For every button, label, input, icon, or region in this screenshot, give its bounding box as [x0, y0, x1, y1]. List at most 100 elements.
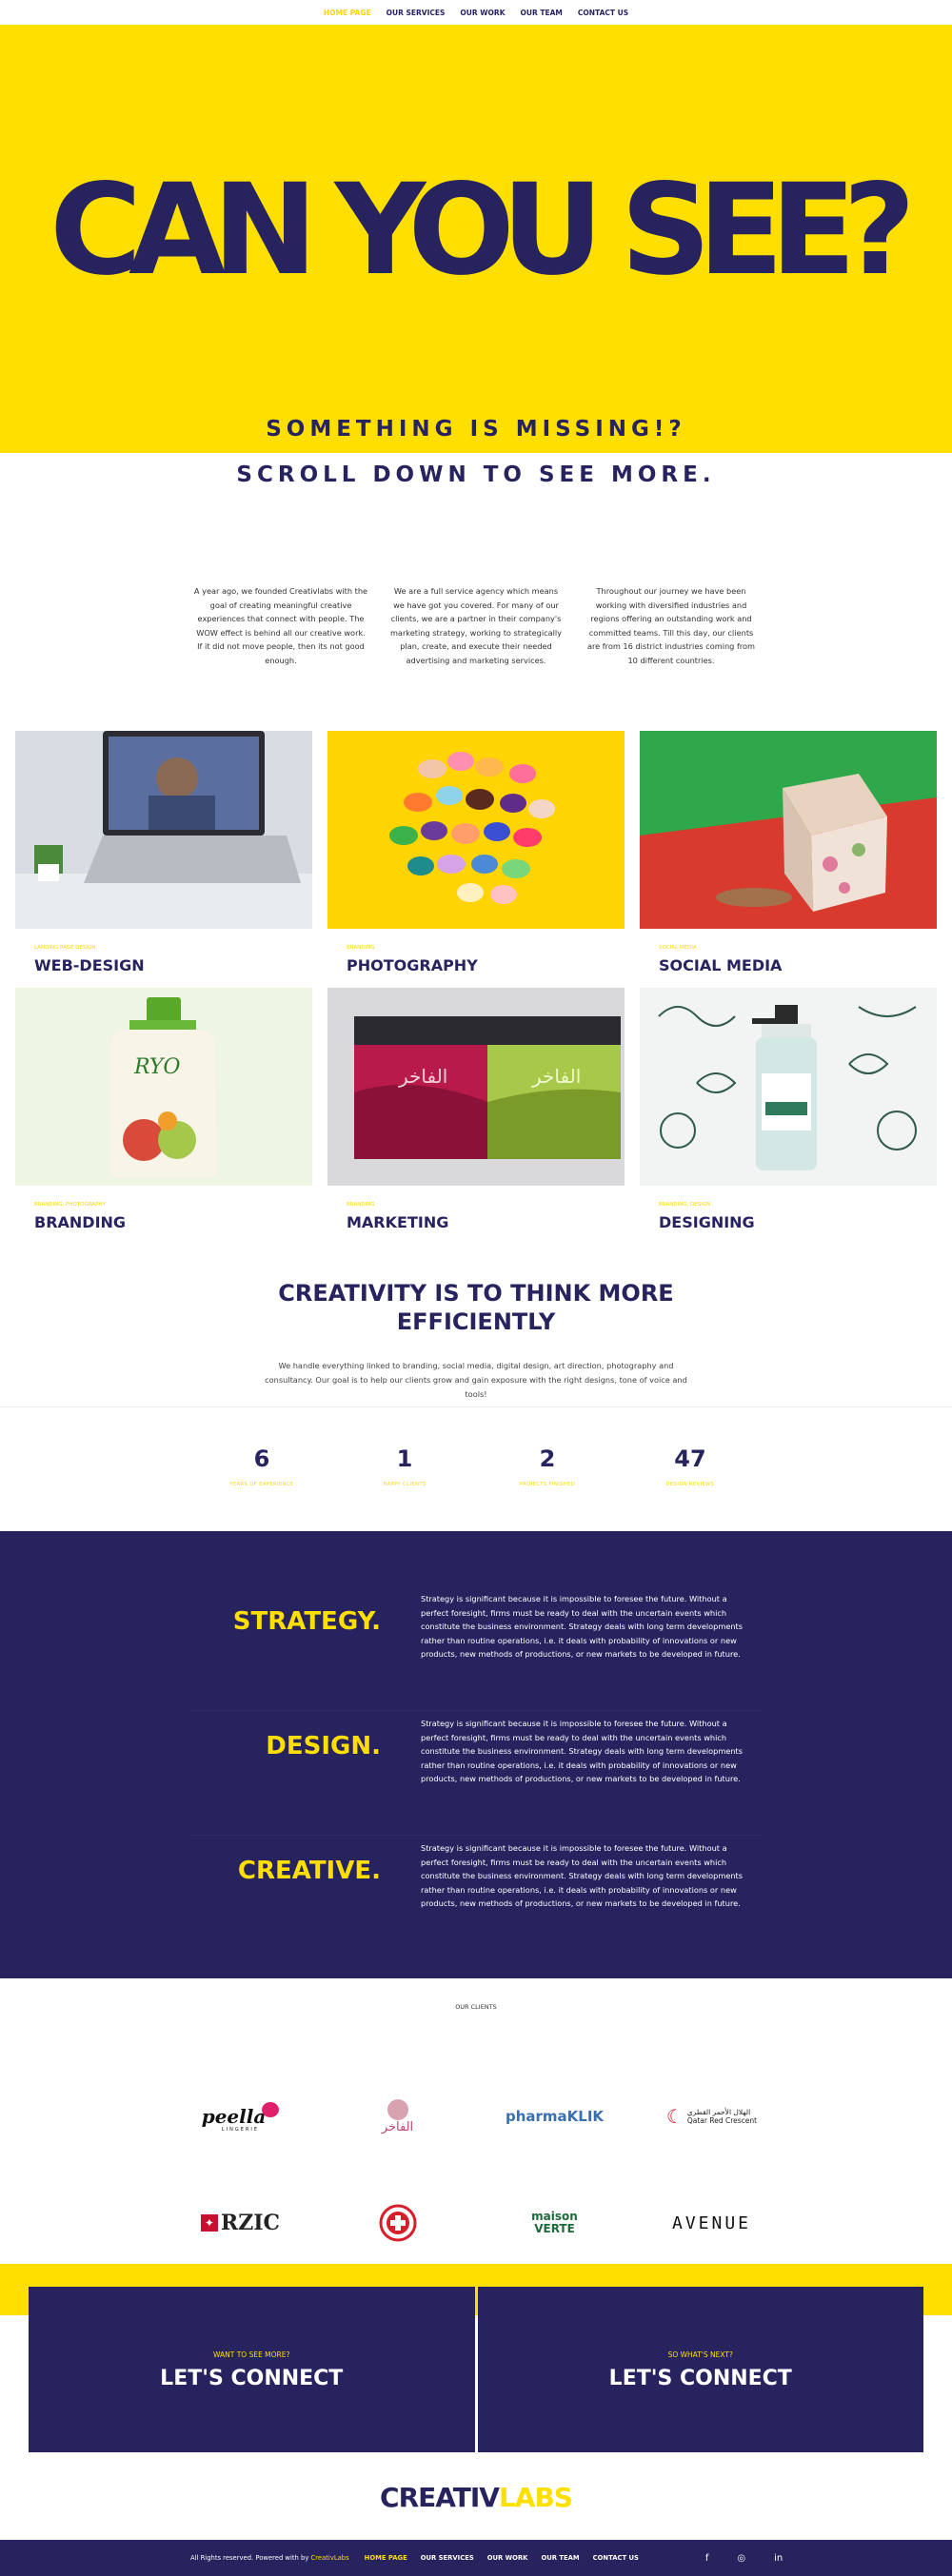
hero: CAN YOU SEE? SOMETHING IS MISSING!? [0, 25, 952, 453]
service-card-designing[interactable]: BRANDING, DESIGN DESIGNING [640, 988, 937, 1245]
strategy-heading: STRATEGY. [232, 1607, 381, 1636]
card-category: BRANDING, DESIGN [659, 1202, 711, 1208]
candy-photo [327, 731, 625, 929]
creative-text: Strategy is significant because it is im… [421, 1843, 744, 1908]
connect-label: LET'S CONNECT [608, 2367, 792, 2390]
intro-paragraph: Throughout our journey we have been work… [586, 586, 756, 665]
nav-home[interactable]: HOME PAGE [324, 9, 371, 17]
stats: 6 YEARS OF EXPERIENCE 1 HAPPY CLIENTS 2 … [0, 1407, 952, 1531]
stat-projects: 2 PROJECTS FINISHED [476, 1445, 619, 1531]
hero-title: CAN YOU SEE? [50, 157, 916, 304]
creativity-title: CREATIVITY IS TO THINK MORE EFFICIENTLY [0, 1279, 952, 1336]
footer-link-contact[interactable]: CONTACT US [593, 2554, 639, 2562]
qrc-logo-text: Qatar Red Crescent [686, 2116, 758, 2125]
crescent-icon: ☾ [665, 2105, 684, 2128]
card-category: BRANDING, PHOTOGRAPHY [34, 1202, 106, 1208]
facebook-icon[interactable]: f [705, 2553, 709, 2564]
connect-box-left[interactable]: WANT TO SEE MORE? LET'S CONNECT [29, 2287, 475, 2452]
maple-leaf-icon: ✦ [200, 2214, 218, 2232]
stat-label: DESIGN REVIEWS [665, 1482, 715, 1487]
connect-box-right[interactable]: SO WHAT'S NEXT? LET'S CONNECT [477, 2287, 923, 2452]
creativity-text: We handle everything linked to branding,… [265, 1361, 687, 1399]
footer-link-home[interactable]: HOME PAGE [365, 2554, 407, 2562]
nav-contact[interactable]: CONTACT US [578, 9, 628, 17]
services-grid: LANDING PAGE DESIGN WEB-DESIGN BRANDING … [0, 731, 952, 1245]
creativity-title-line2: EFFICIENTLY [396, 1308, 556, 1335]
red-cross-emblem-icon [379, 2204, 416, 2242]
nav-team[interactable]: OUR TEAM [521, 9, 563, 17]
stat-number: 6 [253, 1445, 270, 1472]
book-mockup-photo: الفاخر الفاخر [327, 988, 625, 1186]
footer-link-team[interactable]: OUR TEAM [541, 2554, 579, 2562]
powered-by-link[interactable]: CreativLabs [311, 2554, 349, 2562]
connect-question: SO WHAT'S NEXT? [667, 2350, 733, 2359]
intro-paragraph: We are a full service agency which means… [389, 586, 563, 665]
card-title: SOCIAL MEDIA [659, 956, 783, 974]
service-card-photography[interactable]: BRANDING PHOTOGRAPHY [327, 731, 625, 988]
avenue-logo-text: AVENUE [671, 2212, 752, 2233]
card-category: BRANDING [347, 1202, 375, 1208]
connect-section: WANT TO SEE MORE? LET'S CONNECT SO WHAT'… [0, 2264, 952, 2454]
maison-verte-logo-text: maison VERTE [531, 2210, 578, 2235]
card-title: DESIGNING [659, 1213, 755, 1231]
design-row: DESIGN. Strategy is significant because … [190, 1711, 762, 1836]
stat-number: 47 [674, 1445, 706, 1472]
bottom-bar: All Rights reserved. Powered with by Cre… [0, 2540, 952, 2576]
client-logo-maison-verte: maison VERTE [476, 2201, 633, 2245]
strategy-section: STRATEGY. Strategy is significant becaus… [0, 1531, 952, 1978]
nav-work[interactable]: OUR WORK [460, 9, 505, 17]
card-title: BRANDING [34, 1213, 127, 1231]
clients-section: OUR CLIENTS peella LINGERIE الفاخر pharm… [0, 1978, 952, 2264]
alfakher-logo-text: الفاخر [381, 2119, 414, 2134]
svg-text:الفاخر: الفاخر [398, 1065, 447, 1088]
stat-label: PROJECTS FINISHED [519, 1482, 576, 1487]
peella-logo-text: peella [201, 2105, 267, 2128]
client-logo-alfakher: الفاخر [319, 2094, 476, 2138]
creative-heading: CREATIVE. [237, 1857, 381, 1885]
footer-logo[interactable]: CREATIV LABS [0, 2454, 952, 2540]
service-card-social-media[interactable]: SOCIAL MEDIA SOCIAL MEDIA [640, 731, 937, 988]
client-logo-peella: peella LINGERIE [162, 2094, 319, 2138]
top-nav: HOME PAGE OUR SERVICES OUR WORK OUR TEAM… [0, 0, 952, 25]
svg-text:RYO: RYO [133, 1055, 180, 1079]
connect-label: LET'S CONNECT [160, 2367, 344, 2390]
footer-link-services[interactable]: OUR SERVICES [421, 2554, 474, 2562]
stat-number: 1 [396, 1445, 413, 1472]
hero-subtitle: SOMETHING IS MISSING!? [266, 417, 686, 442]
client-logo-avenue: AVENUE [633, 2201, 790, 2245]
nav-services[interactable]: OUR SERVICES [387, 9, 446, 17]
service-card-branding[interactable]: RYO BRANDING, PHOTOGRAPHY BRANDING [15, 988, 312, 1245]
client-logo-qrc: ☾ الهلال الأحمر القطري Qatar Red Crescen… [633, 2094, 790, 2138]
tea-box-photo [640, 731, 937, 929]
service-card-marketing[interactable]: الفاخر الفاخر BRANDING MARKETING [327, 988, 625, 1245]
client-logo-redcross [319, 2201, 476, 2245]
stat-number: 2 [539, 1445, 556, 1472]
footer-logo-accent: LABS [498, 2481, 573, 2513]
card-title: MARKETING [347, 1213, 449, 1231]
card-title: WEB-DESIGN [34, 956, 145, 974]
design-text: Strategy is significant because it is im… [421, 1719, 744, 1783]
stat-reviews: 47 DESIGN REVIEWS [619, 1445, 762, 1531]
rzic-logo-text: RZIC [220, 2211, 281, 2235]
strategy-row: STRATEGY. Strategy is significant becaus… [190, 1586, 762, 1711]
alfakher-emblem-icon [387, 2098, 408, 2120]
strategy-text: Strategy is significant because it is im… [421, 1594, 744, 1659]
instagram-icon[interactable]: ◎ [737, 2553, 745, 2564]
client-logo-rzic: ✦ RZIC [162, 2201, 319, 2245]
stat-label: HAPPY CLIENTS [383, 1482, 426, 1487]
creativity-section: CREATIVITY IS TO THINK MORE EFFICIENTLY … [0, 1245, 952, 1406]
stat-years: 6 YEARS OF EXPERIENCE [190, 1445, 333, 1531]
client-logo-pharmaklik: pharmaKLIK [476, 2094, 633, 2138]
laptop-photo [15, 731, 312, 929]
sanitizer-photo [640, 988, 937, 1186]
service-card-web-design[interactable]: LANDING PAGE DESIGN WEB-DESIGN [15, 731, 312, 988]
intro: A year ago, we founded Creativlabs with … [0, 529, 952, 731]
peella-logo-sub: LINGERIE [221, 2127, 260, 2133]
card-title: PHOTOGRAPHY [347, 956, 478, 974]
stat-label: YEARS OF EXPERIENCE [229, 1482, 294, 1487]
card-category: SOCIAL MEDIA [659, 945, 697, 951]
linkedin-icon[interactable]: in [774, 2553, 783, 2564]
client-logos: peella LINGERIE الفاخر pharmaKLIK ☾ الهل… [0, 2094, 952, 2245]
footer-nav: HOME PAGE OUR SERVICES OUR WORK OUR TEAM… [365, 2554, 639, 2562]
footer-link-work[interactable]: OUR WORK [487, 2554, 528, 2562]
